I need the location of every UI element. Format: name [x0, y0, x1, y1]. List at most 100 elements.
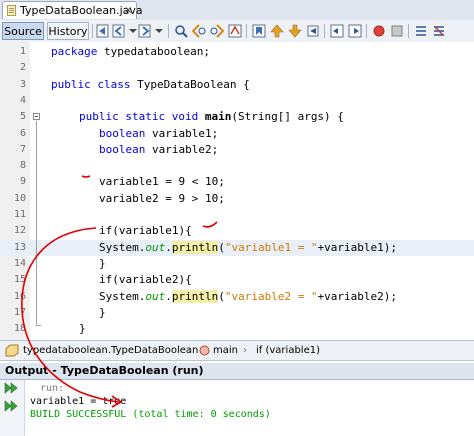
- fold-collapse-icon[interactable]: [33, 113, 40, 120]
- code-line: 17}: [0, 305, 474, 321]
- code-text: package typedataboolean;: [51, 45, 210, 58]
- toggle-highlight-icon[interactable]: [228, 24, 242, 38]
- file-tab[interactable]: TypeDataBoolean.java ×: [2, 1, 143, 19]
- stop-macro-icon[interactable]: [390, 24, 404, 38]
- java-file-icon: [7, 5, 16, 16]
- line-number: 9: [19, 176, 26, 188]
- line-number: 16: [13, 290, 26, 302]
- output-line: variable1 = true: [30, 396, 127, 407]
- line-number: 10: [13, 192, 26, 204]
- line-number: 1: [19, 46, 26, 57]
- history-view-button[interactable]: History: [47, 22, 89, 40]
- code-text: if(variable1){: [99, 224, 192, 238]
- code-line: 11: [0, 207, 474, 223]
- code-line: 8: [0, 158, 474, 174]
- code-line: 9 variable1 = 9 < 10;: [0, 174, 474, 190]
- code-line: 1 package typedataboolean;: [0, 44, 474, 60]
- next-bookmark-icon[interactable]: [288, 24, 302, 38]
- code-line: 6 boolean variable1;: [0, 126, 474, 142]
- toolbar-separator: [408, 24, 409, 38]
- fold-guide-end: [36, 325, 41, 326]
- toolbar-separator: [366, 24, 367, 38]
- shift-line-right-icon[interactable]: [348, 24, 362, 38]
- line-number: 13: [13, 241, 26, 253]
- fold-guide-line: [36, 121, 37, 325]
- code-line: 18}: [0, 321, 474, 337]
- output-title: Output - TypeDataBoolean (run): [5, 364, 204, 377]
- line-number: 3: [19, 78, 26, 90]
- comment-icon[interactable]: [414, 24, 428, 38]
- code-line: 7 boolean variable2;: [0, 142, 474, 158]
- output-line: run:: [40, 383, 65, 394]
- toggle-bookmark-icon[interactable]: [252, 24, 266, 38]
- breadcrumb-method[interactable]: main: [213, 344, 238, 357]
- find-previous-icon[interactable]: [192, 24, 206, 38]
- shift-left-icon[interactable]: [306, 24, 320, 38]
- last-edit-icon[interactable]: [96, 24, 110, 38]
- editor-tab-bar: TypeDataBoolean.java ×: [0, 0, 474, 21]
- uncomment-icon[interactable]: [432, 24, 446, 38]
- method-icon: [199, 345, 210, 356]
- line-number: 12: [13, 225, 26, 237]
- line-number: 6: [19, 127, 26, 139]
- breadcrumb-class[interactable]: typedataboolean.TypeDataBoolean: [23, 344, 198, 357]
- back-icon[interactable]: [112, 24, 126, 38]
- forward-icon[interactable]: [138, 24, 152, 38]
- source-view-button[interactable]: Source: [2, 22, 44, 40]
- output-line-success: BUILD SUCCESSFUL (total time: 0 seconds): [30, 409, 271, 420]
- line-number: 11: [13, 209, 26, 220]
- chevron-right-icon: ›: [188, 345, 192, 356]
- code-line: 14}: [0, 256, 474, 272]
- output-console[interactable]: run: variable1 = true BUILD SUCCESSFUL (…: [0, 380, 474, 436]
- rerun-icon[interactable]: [4, 381, 18, 395]
- code-text: public class TypeDataBoolean {: [51, 77, 250, 91]
- code-text: System.out.println("variable1 = "+variab…: [99, 240, 398, 254]
- code-text: }: [79, 322, 86, 336]
- line-number: 4: [19, 94, 26, 106]
- code-line: 16 System.out.println("variable2 = "+vari…: [0, 289, 474, 305]
- find-next-icon[interactable]: [210, 24, 224, 38]
- output-side-toolbar: [0, 380, 25, 436]
- shift-line-left-icon[interactable]: [330, 24, 344, 38]
- code-text: }: [99, 256, 106, 270]
- toolbar-separator: [246, 24, 247, 38]
- previous-bookmark-icon[interactable]: [270, 24, 284, 38]
- code-line: 3 public class TypeDataBoolean {: [0, 77, 474, 93]
- code-text: }: [99, 305, 106, 319]
- line-number: 17: [13, 306, 26, 318]
- code-text: boolean variable1;: [99, 126, 219, 140]
- line-number: 14: [13, 257, 26, 269]
- code-line: 5 public static void main(String[] args) …: [0, 109, 474, 125]
- find-icon[interactable]: [174, 24, 188, 38]
- code-text: boolean variable2;: [99, 142, 219, 156]
- line-number: 18: [13, 323, 26, 335]
- start-macro-icon[interactable]: [372, 24, 386, 38]
- code-editor[interactable]: 1 package typedataboolean; 2 3 public clas…: [0, 42, 474, 351]
- chevron-right-icon: ›: [243, 345, 247, 356]
- editor-toolbar: Source History: [0, 20, 474, 43]
- code-line: 10 variable2 = 9 > 10;: [0, 191, 474, 207]
- code-line-current: 13 System.out.println("variable1 = "+vari…: [0, 239, 474, 256]
- toolbar-separator: [168, 24, 169, 38]
- line-number: 5: [19, 111, 26, 123]
- ide-window: TypeDataBoolean.java × Source History 1 …: [0, 0, 474, 436]
- code-line: 12 if(variable1){: [0, 223, 474, 239]
- line-number: 8: [19, 160, 26, 172]
- forward-dropdown-icon[interactable]: [152, 24, 166, 38]
- toolbar-separator: [92, 24, 93, 38]
- code-text: if(variable2){: [99, 273, 192, 287]
- code-line: 15 if(variable2){: [0, 272, 474, 288]
- breadcrumb: typedataboolean.TypeDataBoolean › main ›…: [0, 340, 474, 361]
- code-text: variable1 = 9 < 10;: [99, 175, 225, 189]
- code-text: variable2 = 9 > 10;: [99, 191, 225, 205]
- toolbar-separator: [324, 24, 325, 38]
- breadcrumb-block[interactable]: if (variable1): [256, 344, 320, 357]
- code-text: public static void main(String[] args) {: [79, 110, 344, 124]
- output-window-header[interactable]: Output - TypeDataBoolean (run): [0, 363, 474, 380]
- close-tab-icon[interactable]: ×: [124, 3, 132, 18]
- code-text: System.out.println("variable2 = "+variab…: [99, 289, 398, 303]
- line-number: 7: [19, 143, 26, 155]
- rerun-with-params-icon[interactable]: [4, 399, 18, 413]
- code-line: 2: [0, 60, 474, 76]
- class-icon: [5, 344, 19, 357]
